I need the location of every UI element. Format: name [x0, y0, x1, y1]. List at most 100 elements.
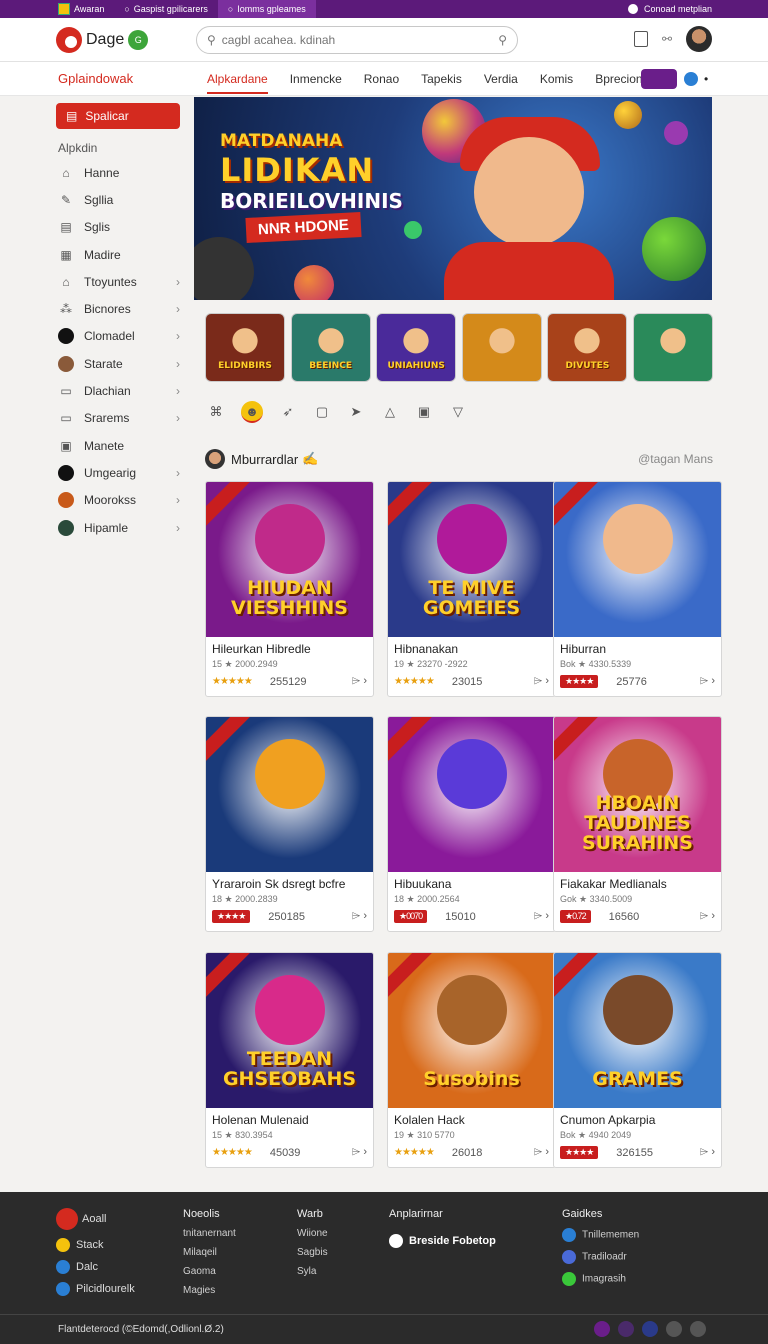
- chat-icon: [562, 1272, 576, 1286]
- footer-link[interactable]: Tradiloadr: [562, 1250, 639, 1264]
- game-card[interactable]: TE MIVE GOMEIES Hibnanakan 19 ★ 23270 -292…: [387, 481, 556, 697]
- pen-icon[interactable]: ✍: [302, 451, 318, 467]
- sidebar-item[interactable]: ✎ Sgllia: [56, 186, 180, 213]
- game-thumbnail[interactable]: DIVUTES: [547, 313, 628, 382]
- social-icon-1[interactable]: [594, 1321, 610, 1337]
- ball-decoration: [194, 237, 254, 300]
- social-icon-5[interactable]: [690, 1321, 706, 1337]
- footer-link[interactable]: Magies: [183, 1285, 236, 1296]
- social-icon-2[interactable]: [618, 1321, 634, 1337]
- more-icon[interactable]: •: [704, 72, 708, 86]
- controller-icon[interactable]: ⌘: [207, 403, 225, 421]
- social-icon-3[interactable]: [642, 1321, 658, 1337]
- box-icon[interactable]: ▣: [415, 403, 433, 421]
- footer-link[interactable]: Pilcidlourelk: [56, 1282, 135, 1296]
- game-card[interactable]: HIUDAN VIESHHINS Hileurkan Hibredle 15 ★ 2…: [205, 481, 374, 697]
- rating-stars: ★★★★: [560, 675, 599, 688]
- footer-link[interactable]: Syla: [297, 1266, 328, 1277]
- sidebar-item-label: Bicnores: [84, 302, 131, 317]
- share-icon[interactable]: ⌲ ›: [700, 1146, 715, 1159]
- share-icon[interactable]: ⌲ ›: [352, 1146, 367, 1159]
- nav-item-4[interactable]: Tapekis: [421, 64, 462, 94]
- card-artwork: [206, 717, 373, 872]
- footer-link[interactable]: Stack: [56, 1238, 135, 1252]
- card-ribbon: [206, 717, 253, 764]
- share-icon[interactable]: ⌲ ›: [534, 1146, 549, 1159]
- share-icon[interactable]: ⌲ ›: [700, 675, 715, 688]
- search-bar[interactable]: ⚲ ⚲: [196, 26, 518, 54]
- sidebar-item[interactable]: Hipamle ›: [56, 514, 180, 541]
- tab-2[interactable]: ○ Gaspist gpilicarers: [114, 0, 217, 18]
- share-icon[interactable]: ⌲ ›: [534, 675, 549, 688]
- topbar-account[interactable]: Conoad metplian: [627, 4, 712, 14]
- sidebar-item[interactable]: ▤ Sglis: [56, 214, 180, 241]
- sidebar-item[interactable]: ▣ Manete: [56, 432, 180, 459]
- social-icon-4[interactable]: [666, 1321, 682, 1337]
- search-submit-icon[interactable]: ⚲: [498, 33, 507, 47]
- nav-item-3[interactable]: Ronao: [364, 64, 399, 94]
- footer-link[interactable]: Tnillememen: [562, 1228, 639, 1242]
- nav-brand[interactable]: Gplaindowak: [58, 71, 133, 86]
- game-card[interactable]: Yrararoin Sk dsregt bcfre 18 ★ 2000.2839 ★…: [205, 716, 374, 932]
- footer-link[interactable]: Imagrasih: [562, 1272, 639, 1286]
- sidebar-item[interactable]: ▦ Madire: [56, 241, 180, 268]
- nav-item-5[interactable]: Verdia: [484, 64, 518, 94]
- section-link[interactable]: @tagan Mans: [638, 452, 713, 466]
- game-card[interactable]: Susobins Kolalen Hack 19 ★ 310 5770 ★★★★★ 26…: [387, 952, 556, 1168]
- sidebar-item[interactable]: ⌂ Hanne: [56, 159, 180, 186]
- bag-icon[interactable]: [633, 31, 648, 47]
- footer-link[interactable]: tnitanernant: [183, 1228, 236, 1239]
- triangle-icon[interactable]: ▽: [449, 403, 467, 421]
- square-icon[interactable]: ▢: [313, 403, 331, 421]
- sidebar-item[interactable]: Starate ›: [56, 350, 180, 377]
- footer-brand[interactable]: Aoall: [56, 1208, 135, 1230]
- card-title: Holenan Mulenaid: [212, 1113, 309, 1127]
- sidebar-item[interactable]: ▭ Srarems ›: [56, 405, 180, 432]
- game-thumbnail[interactable]: [461, 313, 542, 382]
- share-icon[interactable]: ⌲ ›: [352, 675, 367, 688]
- sidebar-primary-button[interactable]: ▤ Spalicar: [56, 103, 180, 129]
- nav-action-button[interactable]: [641, 69, 677, 89]
- game-thumbnail[interactable]: ELIDNBIRS: [205, 313, 285, 382]
- rocket-icon[interactable]: ➶: [279, 403, 297, 421]
- sidebar-item[interactable]: Umgearig ›: [56, 459, 180, 486]
- hero-banner[interactable]: MATDANAHA LIDIKAN BORIEILOVHINIS NNR HDO…: [194, 97, 712, 300]
- settings-icon[interactable]: [684, 72, 698, 86]
- footer-link[interactable]: Milaqeil: [183, 1247, 236, 1258]
- game-card[interactable]: Hibuukana 18 ★ 2000.2564 ★0070 15010 ⌲ ›: [387, 716, 556, 932]
- sidebar-item[interactable]: Moorokss ›: [56, 487, 180, 514]
- game-card[interactable]: Hiburran Bok ★ 4330.5339 ★★★★ 25776 ⌲ ›: [553, 481, 722, 697]
- share-icon[interactable]: ⚯: [662, 32, 672, 46]
- flask-icon[interactable]: △: [381, 403, 399, 421]
- nav-item-apps[interactable]: Alpkardane: [207, 64, 268, 94]
- user-avatar[interactable]: [686, 26, 712, 52]
- ball-decoration: [664, 121, 688, 145]
- nav-item-2[interactable]: Inmencke: [290, 64, 342, 94]
- nav-item-6[interactable]: Komis: [540, 64, 573, 94]
- tab-1[interactable]: Awaran: [0, 0, 114, 18]
- sidebar-item[interactable]: Clomadel ›: [56, 323, 180, 350]
- download-button[interactable]: Breside Fobetop: [389, 1234, 496, 1248]
- game-card[interactable]: GRAMES Cnumon Apkarpia Bok ★ 4940 2049 ★★★★…: [553, 952, 722, 1168]
- share-icon[interactable]: ⌲ ›: [352, 910, 367, 923]
- game-card[interactable]: TEEDAN GHSEOBAHS Holenan Mulenaid 15 ★ 830…: [205, 952, 374, 1168]
- tab-3[interactable]: ○ Iomms gpleames: [217, 0, 316, 18]
- emoji-icon[interactable]: ☻: [241, 401, 263, 423]
- sidebar-item[interactable]: ⌂ Ttoyuntes ›: [56, 268, 180, 295]
- game-thumbnail[interactable]: UNIAHIUNS: [376, 313, 457, 382]
- share-icon[interactable]: ⌲ ›: [700, 910, 715, 923]
- footer-link[interactable]: Sagbis: [297, 1247, 328, 1258]
- card-title: Hiburran: [560, 642, 607, 656]
- site-logo[interactable]: Dage G: [56, 26, 149, 53]
- footer-link[interactable]: Wiione: [297, 1228, 328, 1239]
- share-icon[interactable]: ⌲ ›: [534, 910, 549, 923]
- sidebar-item[interactable]: ⁂ Bicnores ›: [56, 295, 180, 322]
- footer-link[interactable]: Gaoma: [183, 1266, 236, 1277]
- sidebar-item[interactable]: ▭ Dlachian ›: [56, 377, 180, 404]
- game-thumbnail[interactable]: [632, 313, 713, 382]
- game-thumbnail[interactable]: BEEINCE: [290, 313, 371, 382]
- search-input[interactable]: [221, 33, 493, 47]
- game-card[interactable]: HBOAIN TAUDINES SURAHINS Fiakakar Medlian…: [553, 716, 722, 932]
- pin-icon[interactable]: ➤: [347, 403, 365, 421]
- footer-link[interactable]: Dalc: [56, 1260, 135, 1274]
